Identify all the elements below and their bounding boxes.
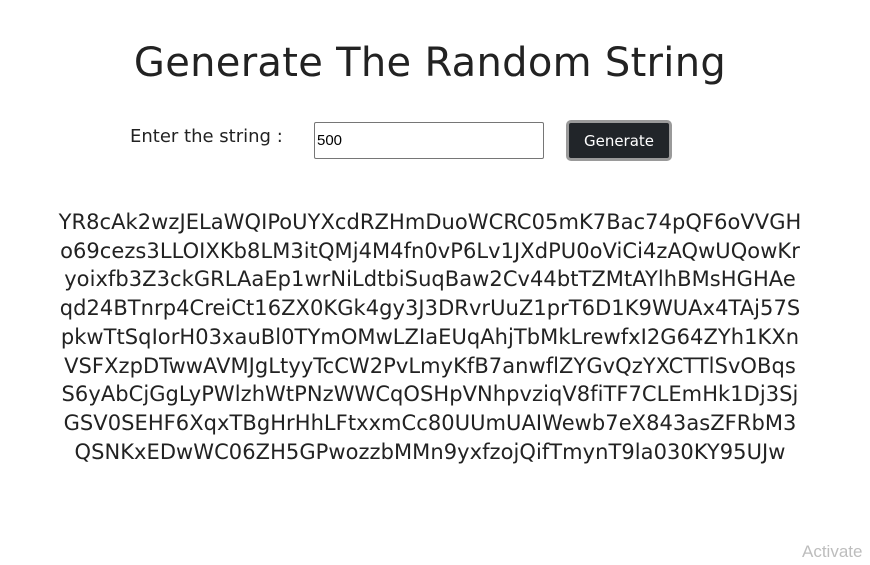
string-length-label: Enter the string : [130, 126, 283, 147]
page-title: Generate The Random String [133, 40, 727, 86]
activate-windows-watermark: Activate [802, 542, 863, 561]
generate-button[interactable]: Generate [566, 120, 672, 161]
random-string-output: YR8cAk2wzJELaWQIPoUYXcdRZHmDuoWCRC05mK7B… [58, 210, 802, 464]
page: Generate The Random String Enter the str… [0, 0, 870, 565]
string-length-input[interactable] [314, 122, 544, 159]
